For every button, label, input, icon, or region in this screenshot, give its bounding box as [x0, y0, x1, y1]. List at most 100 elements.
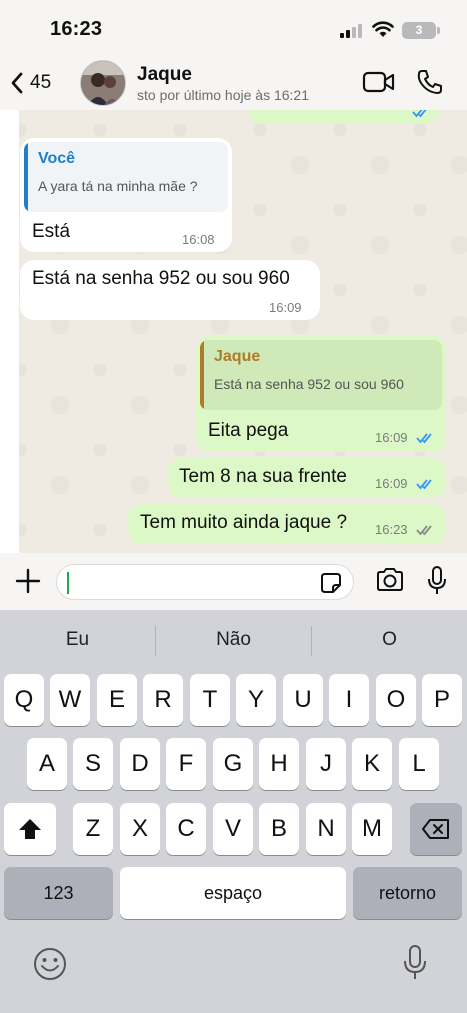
unread-count: 45	[30, 72, 52, 93]
message-time: 16:09	[375, 476, 408, 491]
voice-message-button[interactable]	[426, 565, 448, 602]
message-time: 16:09	[269, 300, 302, 315]
key-d[interactable]: D	[120, 738, 160, 790]
key-i[interactable]: I	[329, 674, 369, 726]
message-text: Tem 8 na sua frente	[179, 466, 347, 487]
quote-author: Jaque	[214, 348, 261, 365]
chat-header: 45 Jaque sto por último hoje às 16:21	[0, 56, 467, 110]
key-w[interactable]: W	[50, 674, 90, 726]
message-time: 16:09	[375, 430, 408, 445]
key-s[interactable]: S	[73, 738, 113, 790]
attach-button[interactable]	[14, 567, 42, 600]
contact-name[interactable]: Jaque	[137, 64, 192, 86]
input-bar	[0, 553, 467, 610]
double-check-icon	[416, 433, 432, 444]
plus-icon	[15, 568, 41, 594]
double-check-icon	[416, 525, 432, 536]
message-text: Está	[32, 221, 71, 242]
camera-button[interactable]	[375, 567, 405, 598]
keyboard: Eu Não O Q W E R T Y U I O P A S D F G H…	[0, 610, 467, 1013]
quote-bar	[24, 142, 28, 212]
voice-call-button[interactable]	[416, 68, 444, 101]
video-call-button[interactable]	[362, 70, 396, 99]
avatar[interactable]	[80, 60, 126, 106]
message-input[interactable]	[56, 564, 354, 600]
double-check-icon	[416, 479, 432, 490]
dictation-icon	[404, 945, 426, 979]
message-text: Está na senha 952 ou sou 960	[32, 268, 290, 289]
key-t[interactable]: T	[190, 674, 230, 726]
suggestion-item[interactable]: Não	[156, 610, 311, 670]
key-o[interactable]: O	[376, 674, 416, 726]
key-g[interactable]: G	[213, 738, 253, 790]
numbers-key[interactable]: 123	[4, 867, 113, 919]
dictation-button[interactable]	[402, 944, 428, 987]
suggestion-item[interactable]: Eu	[0, 610, 155, 670]
message-bubble-outgoing[interactable]: Tem 8 na sua frente 16:09	[168, 458, 446, 498]
battery-cap	[437, 27, 440, 34]
suggestion-bar: Eu Não O	[0, 610, 467, 670]
key-h[interactable]: H	[259, 738, 299, 790]
double-check-icon	[412, 110, 427, 118]
wifi-icon	[372, 21, 394, 43]
message-bubble-incoming[interactable]: Você A yara tá na minha mãe ? Está 16:08	[20, 138, 232, 252]
message-bubble-outgoing[interactable]: Jaque Está na senha 952 ou sou 960 Eita …	[196, 336, 446, 452]
message-bubble-outgoing[interactable]: Tem muito ainda jaque ? 16:23	[128, 504, 446, 544]
quote-text: A yara tá na minha mãe ?	[38, 178, 198, 194]
key-c[interactable]: C	[166, 803, 206, 855]
quoted-message[interactable]: Jaque Está na senha 952 ou sou 960	[200, 340, 442, 410]
message-time: 16:23	[375, 522, 408, 537]
microphone-icon	[428, 566, 446, 594]
message-text: Tem muito ainda jaque ?	[140, 512, 348, 533]
key-k[interactable]: K	[352, 738, 392, 790]
key-y[interactable]: Y	[236, 674, 276, 726]
contact-last-seen: sto por último hoje às 16:21	[137, 87, 309, 103]
emoji-icon	[34, 948, 66, 980]
key-j[interactable]: J	[306, 738, 346, 790]
phone-icon	[417, 70, 442, 94]
text-caret	[67, 572, 69, 594]
shift-icon	[19, 819, 41, 839]
battery-level: 3	[415, 23, 423, 37]
key-e[interactable]: E	[97, 674, 137, 726]
shift-key[interactable]	[4, 803, 56, 855]
quote-author: Você	[38, 150, 76, 167]
suggestion-item[interactable]: O	[312, 610, 467, 670]
key-r[interactable]: R	[143, 674, 183, 726]
key-q[interactable]: Q	[4, 674, 44, 726]
video-call-icon	[362, 71, 395, 93]
key-z[interactable]: Z	[73, 803, 113, 855]
back-button[interactable]: 45	[6, 66, 66, 100]
key-f[interactable]: F	[166, 738, 206, 790]
emoji-button[interactable]	[32, 946, 68, 987]
key-m[interactable]: M	[352, 803, 392, 855]
battery-icon: 3	[402, 22, 436, 39]
key-l[interactable]: L	[399, 738, 439, 790]
camera-icon	[377, 568, 403, 591]
status-time: 16:23	[50, 18, 103, 40]
signal-icon	[340, 24, 366, 38]
quoted-message[interactable]: Você A yara tá na minha mãe ?	[24, 142, 228, 212]
backspace-icon	[422, 819, 449, 839]
key-a[interactable]: A	[27, 738, 67, 790]
message-time: 16:08	[182, 232, 215, 247]
delete-key[interactable]	[410, 803, 462, 855]
message-bubble-incoming[interactable]: Está na senha 952 ou sou 960 16:09	[20, 260, 320, 320]
sticker-button[interactable]	[319, 571, 343, 600]
left-edge-strip	[0, 110, 19, 553]
return-key[interactable]: retorno	[353, 867, 462, 919]
chevron-left-icon	[11, 72, 23, 94]
quote-text: Está na senha 952 ou sou 960	[214, 376, 404, 392]
space-key[interactable]: espaço	[120, 867, 346, 919]
key-v[interactable]: V	[213, 803, 253, 855]
key-p[interactable]: P	[422, 674, 462, 726]
key-u[interactable]: U	[283, 674, 323, 726]
key-n[interactable]: N	[306, 803, 346, 855]
key-b[interactable]: B	[259, 803, 299, 855]
sticker-icon	[321, 573, 341, 593]
quote-bar	[200, 340, 204, 410]
status-bar: 16:23 3	[0, 0, 467, 56]
chat-area[interactable]: Você A yara tá na minha mãe ? Está 16:08…	[0, 110, 467, 553]
message-text: Eita pega	[208, 420, 289, 441]
key-x[interactable]: X	[120, 803, 160, 855]
